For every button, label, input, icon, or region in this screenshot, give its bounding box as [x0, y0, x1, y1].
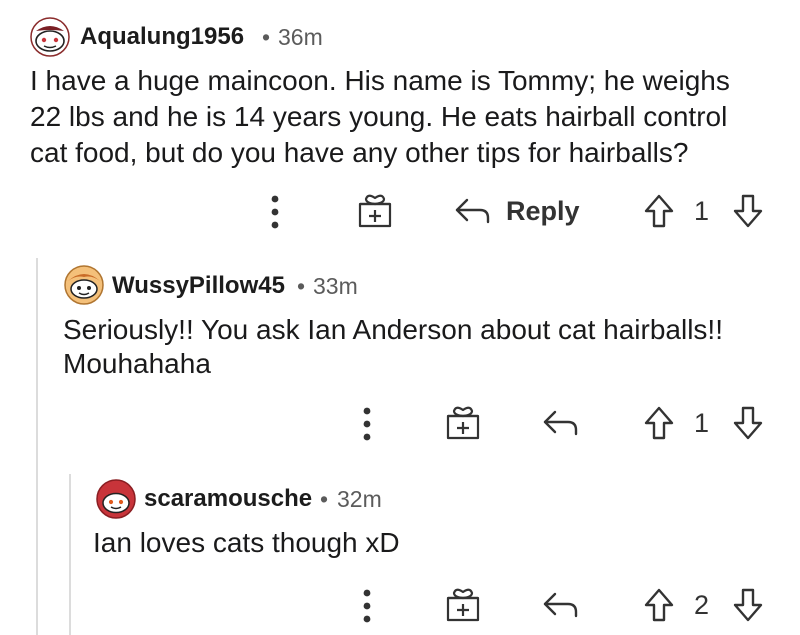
- upvote-arrow-icon[interactable]: [641, 404, 677, 442]
- more-options-icon[interactable]: [262, 190, 288, 234]
- meta-separator: •: [320, 486, 329, 512]
- thread-line[interactable]: [36, 258, 38, 635]
- comment-text-line: 22 lbs and he is 14 years young. He eats…: [30, 101, 728, 132]
- comment-text-line: Mouhahaha: [63, 348, 211, 379]
- comment-username[interactable]: WussyPillow45: [112, 272, 285, 300]
- snoo-avatar-icon[interactable]: [64, 265, 104, 305]
- vote-score: 1: [694, 408, 710, 438]
- gift-award-icon[interactable]: [355, 191, 395, 231]
- reply-arrow-icon[interactable]: [452, 193, 492, 229]
- comment-timestamp: 32m: [337, 486, 382, 512]
- comment-username[interactable]: scaramousche: [144, 485, 312, 513]
- thread-line[interactable]: [69, 474, 71, 635]
- downvote-arrow-icon[interactable]: [730, 404, 766, 442]
- upvote-arrow-icon[interactable]: [641, 586, 677, 624]
- comment-timestamp: 33m: [313, 273, 358, 299]
- comment-timestamp: 36m: [278, 24, 323, 50]
- meta-separator: •: [297, 273, 306, 299]
- gift-award-icon[interactable]: [443, 403, 483, 443]
- comment-text-line: Ian loves cats though xD: [93, 527, 400, 558]
- meta-separator: •: [262, 24, 271, 50]
- comment-username[interactable]: Aqualung1956: [80, 23, 244, 51]
- vote-score: 2: [694, 590, 710, 620]
- reply-arrow-icon[interactable]: [540, 405, 580, 441]
- snoo-avatar-icon[interactable]: [96, 479, 136, 519]
- downvote-arrow-icon[interactable]: [730, 586, 766, 624]
- snoo-avatar-icon[interactable]: [30, 17, 70, 57]
- comment-text-line: cat food, but do you have any other tips…: [30, 137, 689, 168]
- more-options-icon[interactable]: [354, 402, 380, 446]
- comment-text-line: Seriously!! You ask Ian Anderson about c…: [63, 314, 723, 345]
- gift-award-icon[interactable]: [443, 585, 483, 625]
- reply-button[interactable]: Reply: [506, 196, 580, 227]
- comment-text-line: I have a huge maincoon. His name is Tomm…: [30, 65, 730, 96]
- upvote-arrow-icon[interactable]: [641, 192, 677, 230]
- vote-score: 1: [694, 196, 710, 226]
- downvote-arrow-icon[interactable]: [730, 192, 766, 230]
- reply-arrow-icon[interactable]: [540, 587, 580, 623]
- more-options-icon[interactable]: [354, 584, 380, 628]
